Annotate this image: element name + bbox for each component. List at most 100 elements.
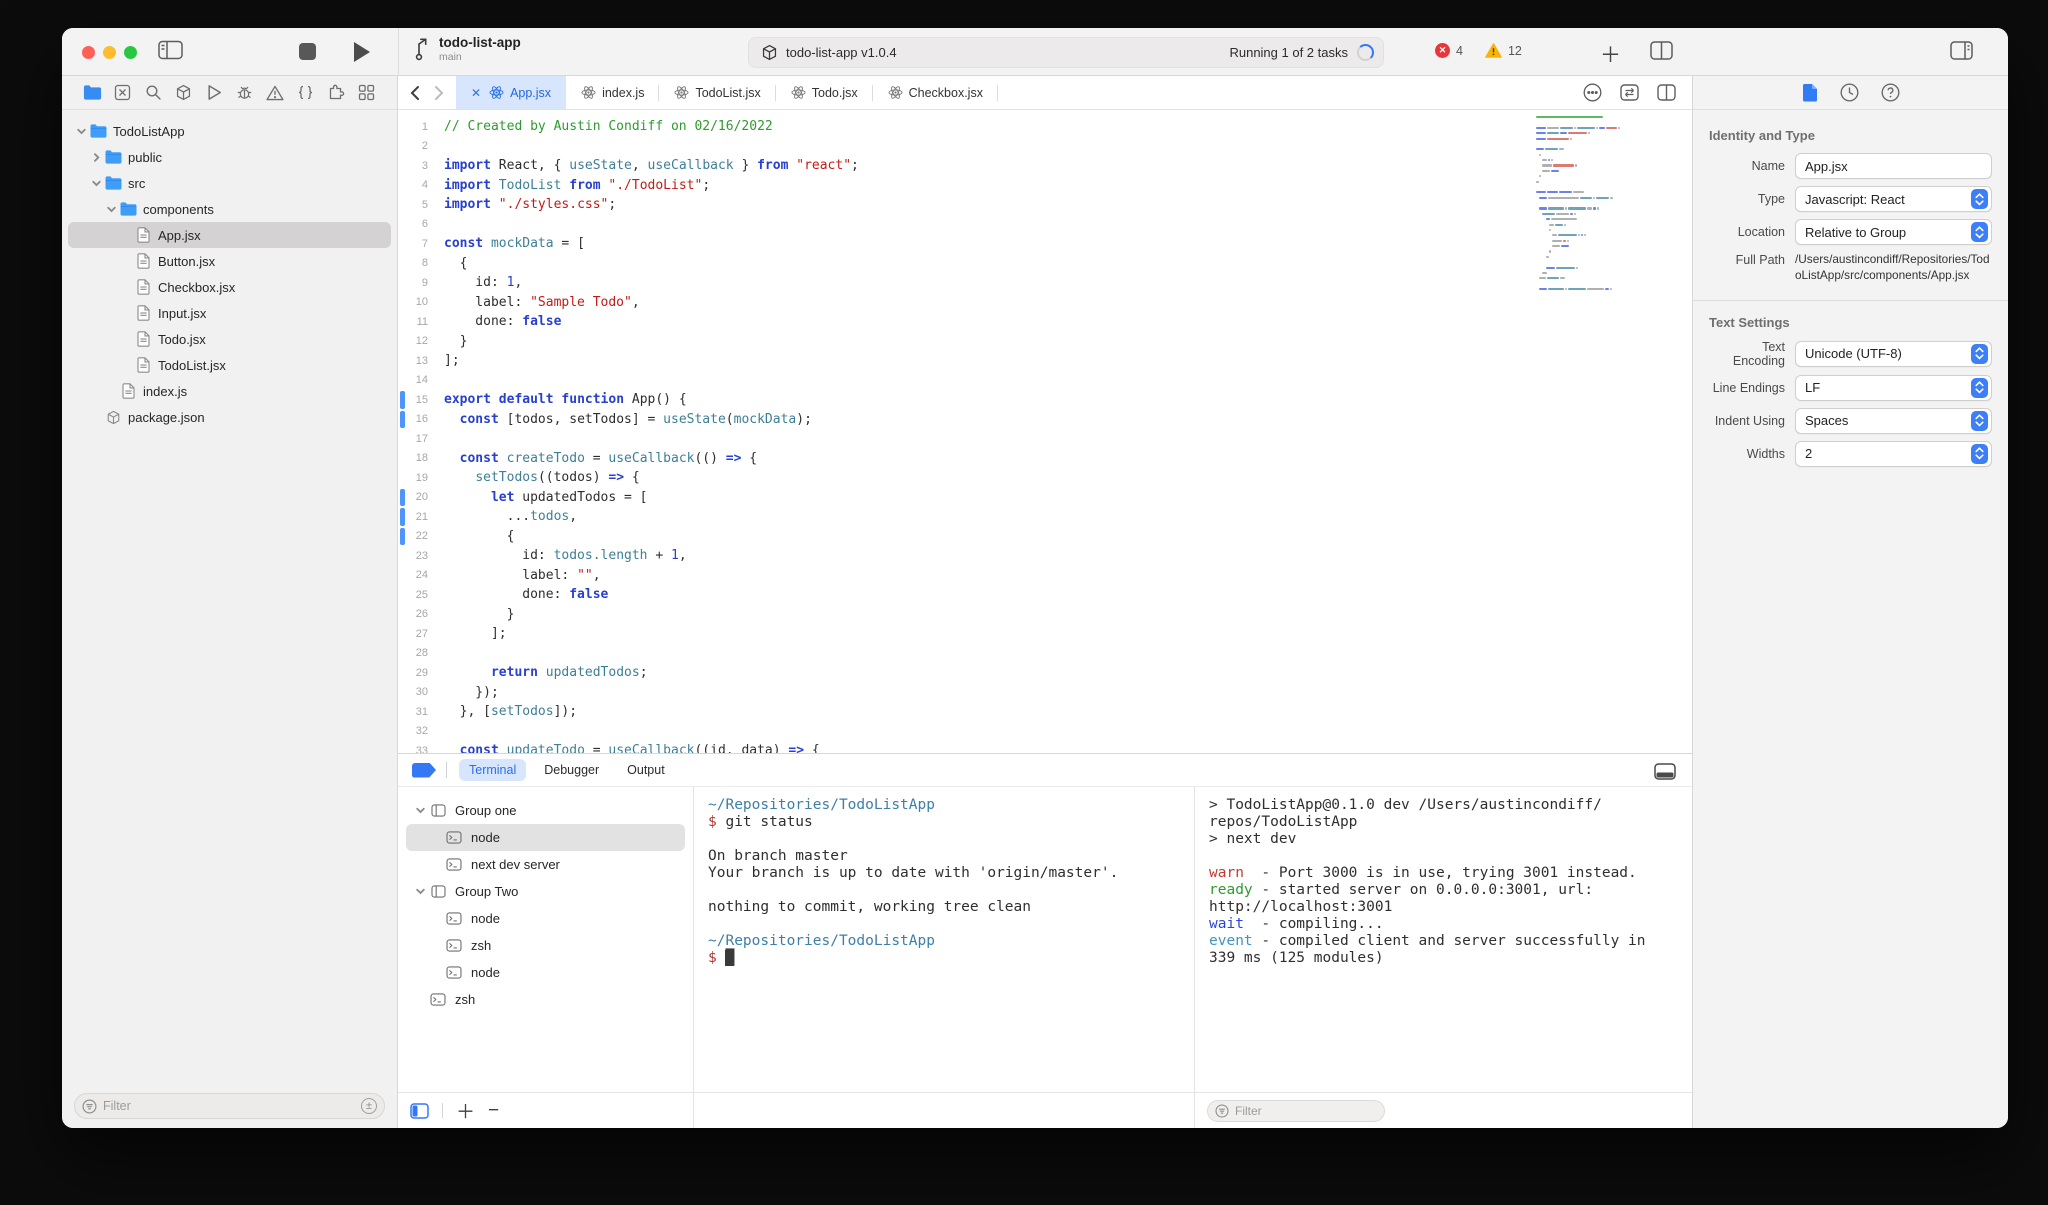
split-view-icon[interactable]: [1657, 84, 1676, 101]
navigator-search-icon[interactable]: [143, 83, 163, 103]
panel-tab-Debugger[interactable]: Debugger: [534, 759, 609, 781]
disclosure-icon[interactable]: [89, 178, 104, 189]
disclosure-icon[interactable]: [412, 805, 428, 816]
sessions-sidebar-toggle-icon[interactable]: [410, 1102, 429, 1119]
filter-scope-button[interactable]: ±: [361, 1098, 377, 1114]
disclosure-icon[interactable]: [89, 152, 104, 163]
navigator-issues-icon[interactable]: [265, 83, 285, 103]
code-line-29[interactable]: 29 return updatedTodos;: [398, 663, 1692, 683]
tab-Checkbox.jsx[interactable]: Checkbox.jsx: [873, 76, 999, 109]
code-line-2[interactable]: 2: [398, 137, 1692, 157]
code-line-9[interactable]: 9 id: 1,: [398, 273, 1692, 293]
navigator-debug-icon[interactable]: [235, 83, 255, 103]
forward-button[interactable]: [434, 85, 444, 101]
add-terminal-button[interactable]: ＋: [456, 1097, 475, 1124]
code-line-22[interactable]: 22 {: [398, 527, 1692, 547]
code-line-15[interactable]: 15 export default function App() {: [398, 390, 1692, 410]
switch-file-icon[interactable]: [1620, 84, 1639, 101]
navigator-run-icon[interactable]: [204, 83, 224, 103]
code-line-28[interactable]: 28: [398, 644, 1692, 664]
minimize-window-button[interactable]: [103, 46, 116, 59]
code-line-31[interactable]: 31 }, [setTodos]);: [398, 702, 1692, 722]
disclosure-icon[interactable]: [74, 126, 89, 137]
code-line-27[interactable]: 27 ];: [398, 624, 1692, 644]
code-line-14[interactable]: 14: [398, 371, 1692, 391]
run-button[interactable]: [354, 42, 370, 62]
navigator-source-control-icon[interactable]: [113, 83, 133, 103]
help-inspector-icon[interactable]: [1880, 83, 1900, 102]
widths-select[interactable]: 2: [1795, 440, 1992, 467]
back-button[interactable]: [410, 85, 420, 101]
code-line-1[interactable]: 1// Created by Austin Condiff on 02/16/2…: [398, 117, 1692, 137]
name-input[interactable]: App.jsx: [1795, 153, 1992, 179]
indent-using-select[interactable]: Spaces: [1795, 407, 1992, 434]
file-item-src[interactable]: src: [68, 170, 391, 196]
tab-TodoList.jsx[interactable]: TodoList.jsx: [659, 76, 777, 109]
add-tab-button[interactable]: ＋: [1600, 39, 1621, 69]
code-line-10[interactable]: 10 label: "Sample Todo",: [398, 293, 1692, 313]
stop-button[interactable]: [299, 43, 316, 60]
file-item-index.js[interactable]: index.js: [68, 378, 391, 404]
collapse-panel-icon[interactable]: [1654, 763, 1676, 780]
code-line-17[interactable]: 17: [398, 429, 1692, 449]
terminal-session-zsh[interactable]: zsh: [406, 986, 685, 1013]
close-window-button[interactable]: [82, 46, 95, 59]
code-line-13[interactable]: 13];: [398, 351, 1692, 371]
code-line-16[interactable]: 16 const [todos, setTodos] = useState(mo…: [398, 410, 1692, 430]
navigator-extensions-icon[interactable]: [326, 83, 346, 103]
close-tab-icon[interactable]: ✕: [471, 86, 481, 100]
terminal-session-zsh[interactable]: zsh: [406, 932, 685, 959]
file-inspector-icon[interactable]: [1802, 83, 1818, 102]
more-options-icon[interactable]: [1583, 83, 1602, 102]
tab-index.js[interactable]: index.js: [566, 76, 660, 109]
navigator-files-icon[interactable]: [82, 83, 102, 103]
terminal-session-next-dev-server[interactable]: next dev server: [406, 851, 685, 878]
code-line-11[interactable]: 11 done: false: [398, 312, 1692, 332]
code-line-24[interactable]: 24 label: "",: [398, 566, 1692, 586]
zoom-window-button[interactable]: [124, 46, 137, 59]
tab-App.jsx[interactable]: ✕ App.jsx: [456, 76, 567, 109]
file-item-package.json[interactable]: package.json: [68, 404, 391, 430]
terminal-pane-1[interactable]: ~/Repositories/TodoListApp $ git status O…: [694, 787, 1195, 1128]
file-item-TodoList.jsx[interactable]: TodoList.jsx: [68, 352, 391, 378]
right-sidebar-toggle-icon[interactable]: [1950, 41, 1973, 60]
code-editor[interactable]: 1// Created by Austin Condiff on 02/16/2…: [398, 110, 1692, 753]
code-line-3[interactable]: 3 import React, { useState, useCallback }…: [398, 156, 1692, 176]
navigator-filter-input[interactable]: Filter ±: [74, 1093, 385, 1119]
navigator-overview-icon[interactable]: [357, 83, 377, 103]
code-line-7[interactable]: 7 const mockData = [: [398, 234, 1692, 254]
code-line-20[interactable]: 20 let updatedTodos = [: [398, 488, 1692, 508]
minimap[interactable]: [1536, 116, 1686, 293]
terminal-session-Group-one[interactable]: Group one: [406, 797, 685, 824]
terminal-filter-input[interactable]: Filter: [1207, 1099, 1385, 1122]
type-select[interactable]: Javascript: React: [1795, 186, 1992, 212]
code-line-5[interactable]: 5 import "./styles.css";: [398, 195, 1692, 215]
panel-tab-Terminal[interactable]: Terminal: [459, 759, 527, 781]
code-line-23[interactable]: 23 id: todos.length + 1,: [398, 546, 1692, 566]
terminal-session-node[interactable]: node: [406, 824, 685, 851]
panel-tag-icon[interactable]: [412, 762, 436, 778]
split-editor-icon[interactable]: [1650, 41, 1673, 60]
code-line-26[interactable]: 26 }: [398, 605, 1692, 625]
terminal-session-node[interactable]: node: [406, 905, 685, 932]
disclosure-icon[interactable]: [104, 204, 119, 215]
code-line-25[interactable]: 25 done: false: [398, 585, 1692, 605]
code-line-21[interactable]: 21 ... todos,: [398, 507, 1692, 527]
file-item-App.jsx[interactable]: App.jsx: [68, 222, 391, 248]
panel-tab-Output[interactable]: Output: [617, 759, 675, 781]
code-line-8[interactable]: 8 {: [398, 254, 1692, 274]
left-sidebar-toggle-icon[interactable]: [158, 40, 183, 60]
line-endings-select[interactable]: LF: [1795, 374, 1992, 401]
disclosure-icon[interactable]: [412, 886, 428, 897]
issues-cluster[interactable]: ✕ 4 12: [1435, 43, 1522, 58]
file-item-Checkbox.jsx[interactable]: Checkbox.jsx: [68, 274, 391, 300]
file-item-Button.jsx[interactable]: Button.jsx: [68, 248, 391, 274]
history-inspector-icon[interactable]: [1839, 83, 1859, 102]
code-line-32[interactable]: 32: [398, 722, 1692, 742]
code-line-19[interactable]: 19 setTodos ((todos) => {: [398, 468, 1692, 488]
code-line-18[interactable]: 18 const createTodo = useCallback(() => …: [398, 449, 1692, 469]
tab-Todo.jsx[interactable]: Todo.jsx: [776, 76, 873, 109]
status-pill[interactable]: todo-list-app v1.0.4 Running 1 of 2 task…: [748, 37, 1384, 68]
navigator-symbols-icon[interactable]: [296, 83, 316, 103]
code-line-6[interactable]: 6: [398, 215, 1692, 235]
